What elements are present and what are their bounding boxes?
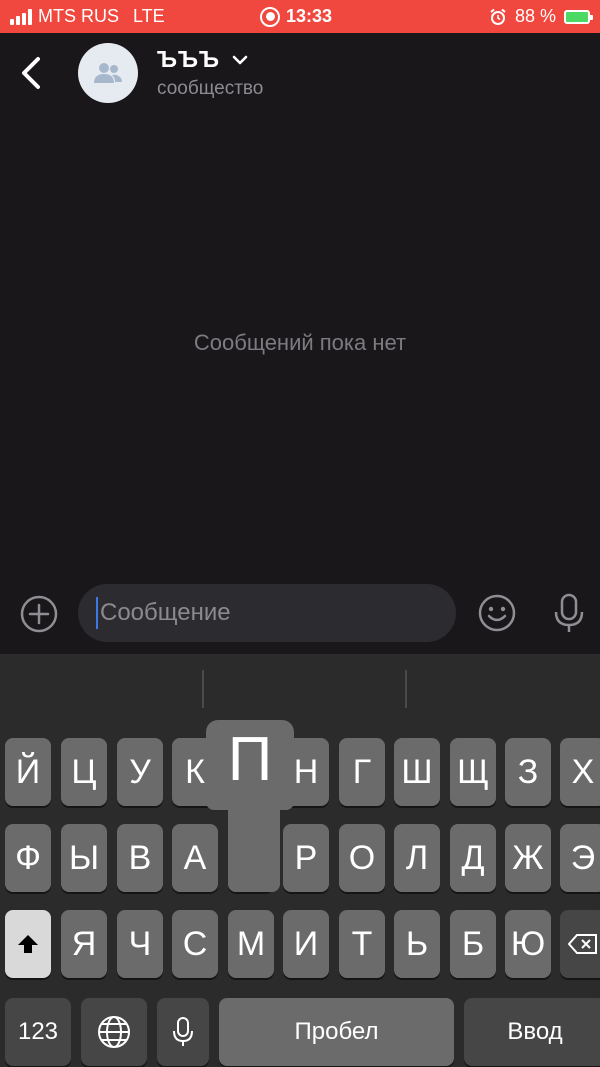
dictation-key[interactable]: [157, 998, 209, 1066]
key[interactable]: Ю: [505, 910, 551, 978]
chevron-down-icon[interactable]: [232, 55, 248, 65]
keyboard: Й Ц У К Е Н Г Ш Щ З Х Ф Ы В А П Р О Л Д …: [0, 654, 600, 1067]
network-type: LTE: [133, 6, 165, 26]
key[interactable]: О: [339, 824, 385, 892]
key[interactable]: М: [228, 910, 274, 978]
suggestion-divider: [202, 670, 204, 708]
key-press-popup: П: [206, 720, 294, 892]
chat-title[interactable]: ЪЪЪ: [157, 46, 248, 73]
key[interactable]: Л: [394, 824, 440, 892]
status-center: 13:33: [260, 6, 332, 27]
key[interactable]: Т: [339, 910, 385, 978]
key[interactable]: З: [505, 738, 551, 806]
message-composer: [0, 578, 600, 650]
chat-screen: MTS RUS LTE 13:33 88 % ЪЪЪ сообщество Со…: [0, 0, 600, 1067]
suggestion-bar: [0, 654, 600, 726]
key[interactable]: Ц: [61, 738, 107, 806]
microphone-icon: [173, 1017, 193, 1046]
community-avatar-icon: [94, 63, 122, 83]
key[interactable]: Б: [450, 910, 496, 978]
popup-stem: [228, 800, 280, 892]
backspace-key[interactable]: [560, 910, 600, 978]
key[interactable]: Ч: [117, 910, 163, 978]
key[interactable]: У: [117, 738, 163, 806]
suggestion-divider: [405, 670, 407, 708]
screen-record-icon: [260, 6, 280, 27]
empty-state-text: Сообщений пока нет: [193, 330, 407, 355]
signal-icon: [10, 8, 32, 25]
add-circle-icon[interactable]: [19, 594, 59, 634]
backspace-icon: [568, 934, 597, 954]
key-row-1: Й Ц У К Е Н Г Ш Щ З Х: [0, 738, 600, 806]
key[interactable]: Ь: [394, 910, 440, 978]
key[interactable]: Й: [5, 738, 51, 806]
microphone-icon[interactable]: [552, 592, 586, 634]
smiley-icon[interactable]: [477, 593, 517, 633]
key[interactable]: В: [117, 824, 163, 892]
chat-header: ЪЪЪ сообщество: [0, 33, 600, 113]
status-time: 13:33: [286, 6, 333, 26]
key-row-2: Ф Ы В А П Р О Л Д Ж Э: [0, 824, 600, 892]
status-bar: MTS RUS LTE 13:33 88 %: [0, 0, 600, 33]
carrier-name: MTS RUS: [38, 6, 119, 26]
shift-icon: [18, 935, 38, 953]
key[interactable]: И: [283, 910, 329, 978]
chat-subtitle: сообщество: [157, 78, 264, 99]
alarm-icon: [490, 8, 506, 25]
key[interactable]: Г: [339, 738, 385, 806]
battery-percent: 88 %: [514, 6, 556, 26]
space-key[interactable]: Пробел: [219, 998, 454, 1066]
enter-key[interactable]: Ввод: [464, 998, 600, 1066]
back-icon[interactable]: [14, 53, 48, 93]
key[interactable]: Щ: [450, 738, 496, 806]
globe-key[interactable]: [81, 998, 147, 1066]
key[interactable]: Ф: [5, 824, 51, 892]
key[interactable]: Д: [450, 824, 496, 892]
avatar[interactable]: [78, 43, 138, 103]
key[interactable]: Ш: [394, 738, 440, 806]
key[interactable]: Х: [560, 738, 600, 806]
key[interactable]: С: [172, 910, 218, 978]
key[interactable]: Э: [560, 824, 600, 892]
key[interactable]: Ж: [505, 824, 551, 892]
chat-title-text: ЪЪЪ: [157, 46, 221, 72]
text-cursor: [96, 597, 98, 629]
status-right: 88 %: [489, 6, 593, 27]
key-row-3: Я Ч С М И Т Ь Б Ю: [0, 910, 600, 978]
key[interactable]: Ы: [61, 824, 107, 892]
battery-icon: [564, 9, 593, 24]
key[interactable]: Я: [61, 910, 107, 978]
status-left: MTS RUS LTE: [10, 6, 165, 27]
message-input[interactable]: [78, 584, 456, 642]
popup-character: П: [227, 725, 273, 794]
globe-icon: [98, 1016, 130, 1048]
key-row-4: 123 Пробел Ввод: [0, 998, 600, 1066]
shift-key[interactable]: [5, 910, 51, 978]
numbers-key[interactable]: 123: [5, 998, 71, 1066]
